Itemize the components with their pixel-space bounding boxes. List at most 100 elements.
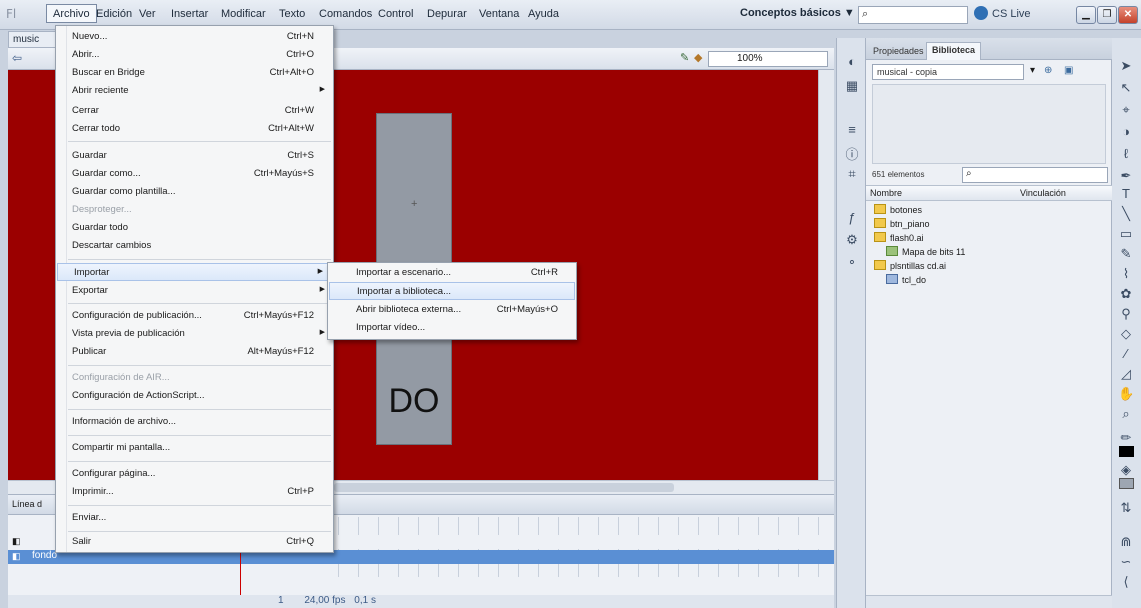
- library-item[interactable]: flash0.ai: [874, 232, 924, 243]
- menu-item-vista-previa[interactable]: Vista previa de publicación ▶: [56, 325, 333, 343]
- new-library-icon[interactable]: ▣: [1064, 65, 1073, 76]
- stroke-color-icon[interactable]: ✏: [1118, 430, 1134, 446]
- menu-item-abrir-biblioteca-externa[interactable]: Abrir biblioteca externa... Ctrl+Mayús+O: [328, 301, 576, 319]
- library-item[interactable]: btn_piano: [874, 218, 930, 229]
- help-search-input[interactable]: ⌕: [858, 6, 968, 24]
- menu-item-guardar-plantilla[interactable]: Guardar como plantilla...: [56, 183, 333, 201]
- brush-tool-icon[interactable]: ⌇: [1118, 266, 1134, 282]
- menu-insertar[interactable]: Insertar: [171, 8, 208, 20]
- line-tool-icon[interactable]: ╲: [1118, 206, 1134, 222]
- menu-item-descartar-cambios[interactable]: Descartar cambios: [56, 237, 333, 255]
- menu-item-compartir-pantalla[interactable]: Compartir mi pantalla...: [56, 439, 333, 457]
- edit-scene-icon[interactable]: ◆: [694, 51, 702, 64]
- fill-color-swatch[interactable]: [1119, 478, 1134, 489]
- transform-icon[interactable]: ⌗: [844, 166, 860, 182]
- subselection-tool-icon[interactable]: ↖: [1118, 80, 1134, 96]
- menu-item-salir[interactable]: Salir Ctrl+Q: [56, 533, 333, 551]
- back-arrow-icon[interactable]: ⇦: [12, 51, 22, 65]
- menu-item-info-archivo[interactable]: Información de archivo...: [56, 413, 333, 431]
- fill-color-icon[interactable]: ◈: [1118, 462, 1134, 478]
- edit-symbol-icon[interactable]: ✎: [680, 51, 689, 64]
- menu-modificar[interactable]: Modificar: [221, 8, 266, 20]
- menu-item-enviar[interactable]: Enviar...: [56, 509, 333, 527]
- hand-tool-icon[interactable]: ✋: [1118, 386, 1134, 402]
- straighten-icon[interactable]: ⟨: [1118, 574, 1134, 590]
- menu-item-abrir[interactable]: Abrir... Ctrl+O: [56, 46, 333, 64]
- zoom-select[interactable]: 100%: [708, 51, 828, 67]
- menu-item-publicar[interactable]: Publicar Alt+Mayús+F12: [56, 343, 333, 361]
- menu-texto[interactable]: Texto: [279, 8, 305, 20]
- menu-item-configurar-pagina[interactable]: Configurar página...: [56, 465, 333, 483]
- menu-item-importar-video[interactable]: Importar vídeo...: [328, 319, 576, 337]
- menu-archivo[interactable]: Archivo: [46, 4, 97, 23]
- menu-ventana[interactable]: Ventana: [479, 8, 519, 20]
- library-item[interactable]: tcl_do: [886, 274, 926, 285]
- menu-comandos[interactable]: Comandos: [319, 8, 372, 20]
- menu-control[interactable]: Control: [378, 8, 413, 20]
- stroke-color-swatch[interactable]: [1119, 446, 1134, 457]
- 3d-rotation-icon[interactable]: ◑: [1118, 124, 1134, 140]
- library-preview: [872, 84, 1106, 164]
- pencil-tool-icon[interactable]: ✎: [1118, 246, 1134, 262]
- zoom-tool-icon[interactable]: ⌕: [1118, 406, 1134, 422]
- menu-depurar[interactable]: Depurar: [427, 8, 467, 20]
- paint-bucket-icon[interactable]: ◇: [1118, 326, 1134, 342]
- library-search-input[interactable]: ⌕: [962, 167, 1108, 183]
- dropdown-arrow-icon[interactable]: ▾: [1030, 65, 1035, 76]
- menu-item-importar-escenario[interactable]: Importar a escenario... Ctrl+R: [328, 264, 576, 282]
- deco-tool-icon[interactable]: ✿: [1118, 286, 1134, 302]
- menu-item-nuevo[interactable]: Nuevo... Ctrl+N: [56, 28, 333, 46]
- column-name[interactable]: Nombre: [870, 188, 902, 198]
- eraser-icon[interactable]: ◿: [1118, 366, 1134, 382]
- menu-item-config-publicacion[interactable]: Configuración de publicación... Ctrl+Mayú…: [56, 307, 333, 325]
- column-link[interactable]: Vinculación: [1020, 188, 1066, 198]
- snap-magnet-icon[interactable]: ⋒: [1118, 534, 1134, 550]
- swap-colors-icon[interactable]: ⇅: [1118, 500, 1134, 516]
- menu-edicion[interactable]: Edición: [96, 8, 132, 20]
- pin-icon[interactable]: ⊕: [1044, 65, 1052, 76]
- menu-item-guardar-todo[interactable]: Guardar todo: [56, 219, 333, 237]
- close-button[interactable]: ✕: [1118, 6, 1138, 24]
- color-icon[interactable]: ◐: [844, 54, 860, 70]
- minimize-button[interactable]: ▁: [1076, 6, 1096, 24]
- library-item[interactable]: Mapa de bits 11: [886, 246, 965, 257]
- menu-item-importar-biblioteca[interactable]: Importar a biblioteca...: [329, 282, 575, 300]
- pen-tool-icon[interactable]: ✒: [1118, 168, 1134, 184]
- smooth-icon[interactable]: ∽: [1118, 554, 1134, 570]
- tab-properties[interactable]: Propiedades: [868, 44, 929, 58]
- free-transform-icon[interactable]: ⌖: [1118, 102, 1134, 118]
- tab-library[interactable]: Biblioteca: [926, 42, 982, 60]
- menu-item-abrir-reciente[interactable]: Abrir reciente ▶: [56, 82, 333, 100]
- bone-tool-icon[interactable]: ⚲: [1118, 306, 1134, 322]
- library-item[interactable]: botones: [874, 204, 922, 215]
- cs-live-button[interactable]: CS Live: [992, 8, 1031, 20]
- align-icon[interactable]: ≡: [844, 122, 860, 138]
- menu-item-guardar-como[interactable]: Guardar como... Ctrl+Mayús+S: [56, 165, 333, 183]
- menu-item-imprimir[interactable]: Imprimir... Ctrl+P: [56, 483, 333, 501]
- eyedropper-icon[interactable]: ⁄: [1118, 346, 1134, 362]
- components-icon[interactable]: ⚙: [844, 232, 860, 248]
- motion-presets-icon[interactable]: ∘: [844, 254, 860, 270]
- info-icon[interactable]: ⓘ: [844, 144, 860, 162]
- menu-item-config-actionscript[interactable]: Configuración de ActionScript...: [56, 387, 333, 405]
- workspace-switcher[interactable]: Conceptos básicos ▼: [740, 7, 855, 19]
- menu-item-buscar-bridge[interactable]: Buscar en Bridge Ctrl+Alt+O: [56, 64, 333, 82]
- menu-item-exportar[interactable]: Exportar ▶: [56, 282, 333, 300]
- menu-item-guardar[interactable]: Guardar Ctrl+S: [56, 147, 333, 165]
- lasso-icon[interactable]: ℓ: [1118, 146, 1134, 162]
- menu-item-cerrar-todo[interactable]: Cerrar todo Ctrl+Alt+W: [56, 120, 333, 138]
- maximize-button[interactable]: ❐: [1097, 6, 1117, 24]
- menu-item-cerrar[interactable]: Cerrar Ctrl+W: [56, 102, 333, 120]
- library-document-select[interactable]: musical - copia: [872, 64, 1024, 80]
- text-tool-icon[interactable]: T: [1118, 186, 1134, 202]
- library-item[interactable]: plsntillas cd.ai: [874, 260, 946, 271]
- selection-tool-icon[interactable]: ➤: [1118, 58, 1134, 74]
- rectangle-tool-icon[interactable]: ▭: [1118, 226, 1134, 242]
- menu-ver[interactable]: Ver: [139, 8, 156, 20]
- actions-icon[interactable]: ƒ: [844, 210, 860, 226]
- menu-item-importar[interactable]: Importar ▶: [57, 263, 332, 281]
- frame-rate[interactable]: 24,00 fps: [304, 595, 345, 606]
- vertical-scrollbar[interactable]: [818, 70, 834, 480]
- swatches-icon[interactable]: ▦: [844, 78, 860, 94]
- menu-ayuda[interactable]: Ayuda: [528, 8, 559, 20]
